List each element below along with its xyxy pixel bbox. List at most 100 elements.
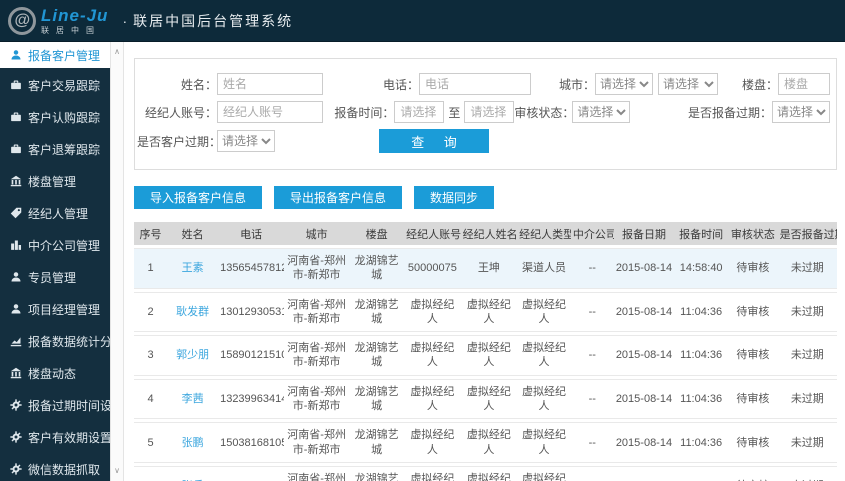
sidebar-item-project-manager-mgmt[interactable]: 项目经理管理: [0, 294, 110, 324]
sidebar-item-customer-subscribe-tracking[interactable]: 客户认购跟踪: [0, 102, 110, 132]
cell-report-time: 11:04:36: [674, 291, 729, 333]
col-agent-name: 经纪人姓名: [460, 222, 518, 245]
export-report-customers-button[interactable]: 导出报备客户信息: [274, 186, 403, 209]
sidebar: 报备客户管理 客户交易跟踪 客户认购跟踪 客户退筹跟踪 楼盘管理 经纪人管理 中…: [0, 42, 124, 481]
cell-agent-type: 渠道人员: [517, 248, 571, 289]
cell-agency: --: [570, 248, 614, 289]
report-time-from-input[interactable]: [394, 101, 445, 123]
customer-name-link[interactable]: 张鹏: [167, 422, 219, 463]
col-agent-account: 经纪人账号: [404, 222, 461, 245]
col-index: 序号: [134, 222, 168, 245]
name-label: 姓名：: [180, 77, 217, 92]
import-report-customers-button[interactable]: 导入报备客户信息: [134, 186, 263, 209]
cell-report-expired: 未过期: [777, 465, 837, 481]
sidebar-item-customer-validity-settings[interactable]: 客户有效期设置: [0, 422, 112, 452]
col-report-time: 报备时间: [674, 222, 729, 245]
customer-name-link[interactable]: 张兵: [167, 465, 219, 481]
sidebar-item-report-statistics[interactable]: 报备数据统计分析: [0, 326, 124, 356]
user-icon: [10, 49, 22, 61]
customer-name-link[interactable]: 郭少朋: [167, 335, 219, 376]
search-button[interactable]: 查 询: [379, 129, 489, 153]
sidebar-item-specialist-mgmt[interactable]: 专员管理: [0, 262, 110, 292]
cell-agency: --: [570, 291, 614, 333]
chevron-down-icon[interactable]: ∨: [114, 467, 120, 475]
cell-agency: --: [570, 335, 614, 376]
audit-status-select[interactable]: 请选择: [572, 101, 631, 123]
table-row[interactable]: 4 李茜 13239963414 河南省-郑州市-新郑市 龙湖锦艺城 虚拟经纪人 虚拟经纪人…: [134, 378, 837, 420]
briefcase-icon: [10, 79, 22, 91]
cell-estate: 龙湖锦艺城: [349, 422, 405, 463]
chevron-up-icon[interactable]: ∧: [114, 48, 120, 56]
col-agency: 中介公司: [570, 222, 614, 245]
name-input[interactable]: [217, 73, 323, 95]
cell-report-date: 2015-08-14: [613, 291, 675, 333]
sidebar-item-customer-deal-tracking[interactable]: 客户交易跟踪: [0, 70, 110, 100]
cell-estate: 龙湖锦艺城: [349, 378, 405, 420]
sidebar-item-report-customer-mgmt[interactable]: 报备客户管理: [0, 42, 110, 68]
sidebar-item-report-expire-settings[interactable]: 报备过期时间设置: [0, 390, 124, 420]
sidebar-item-agent-mgmt[interactable]: 经纪人管理: [0, 198, 110, 228]
cell-agent-type: 虚拟经纪人: [517, 378, 571, 420]
col-agent-type: 经纪人类型: [517, 222, 571, 245]
chart-icon: [10, 335, 22, 347]
cell-agent-type: 虚拟经纪人: [517, 422, 571, 463]
cell-report-expired: 未过期: [777, 248, 837, 289]
building-icon: [10, 175, 22, 187]
search-filter-panel: 姓名： 电话： 城市： 请选择 请选择 楼盘： 经纪人账号： 报备时间： 至: [134, 58, 837, 170]
col-estate: 楼盘: [349, 222, 405, 245]
cell-report-time: 11:04:36: [674, 378, 729, 420]
cell-report-expired: 未过期: [777, 378, 837, 420]
cell-agent-name: 虚拟经纪人: [460, 378, 518, 420]
table-row[interactable]: 3 郭少朋 15890121510 河南省-郑州市-新郑市 龙湖锦艺城 虚拟经纪人 虚拟经纪…: [134, 335, 837, 376]
cell-estate: 龙湖锦艺城: [349, 248, 405, 289]
report-expired-select[interactable]: 请选择: [772, 101, 830, 123]
cell-report-date: 2015-08-14: [613, 335, 675, 376]
brand-logo: @ Line-Ju 联居中国: [8, 6, 108, 35]
cell-agent-account: 虚拟经纪人: [404, 465, 461, 481]
cell-report-date: 2015-08-14: [613, 378, 675, 420]
customer-expired-select[interactable]: 请选择: [217, 130, 275, 152]
app-header: @ Line-Ju 联居中国 · 联居中国后台管理系统: [0, 0, 845, 42]
sidebar-item-customer-refund-tracking[interactable]: 客户退筹跟踪: [0, 134, 110, 164]
cell-index: 3: [134, 335, 168, 376]
cell-city: 河南省-郑州市-新郑市: [284, 335, 350, 376]
customer-name-link[interactable]: 王素: [167, 248, 219, 289]
cell-city: 河南省-郑州市-新郑市: [284, 422, 350, 463]
city-label: 城市：: [558, 77, 595, 92]
time-to-label: 至: [448, 105, 461, 120]
city-city-select[interactable]: 请选择: [658, 73, 718, 95]
customer-name-link[interactable]: 耿发群: [167, 291, 219, 333]
sidebar-item-wechat-data-capture[interactable]: 微信数据抓取: [0, 454, 110, 481]
sidebar-item-estate-news[interactable]: 楼盘动态: [0, 358, 110, 388]
cell-agent-type: 虚拟经纪人: [517, 291, 571, 333]
table-row[interactable]: 6张兵18137865115河南省-郑州市-新郑市龙湖锦艺城虚拟经纪人虚拟经纪人…: [134, 465, 837, 481]
cell-audit-status: 待审核: [728, 248, 778, 289]
cell-agent-account: 虚拟经纪人: [404, 335, 461, 376]
table-row[interactable]: 2 耿发群 13012930531 河南省-郑州市-新郑市 龙湖锦艺城 虚拟经纪人 虚拟经纪…: [134, 291, 837, 333]
report-time-label: 报备时间：: [334, 105, 395, 120]
data-sync-button[interactable]: 数据同步: [414, 186, 495, 209]
agent-account-input[interactable]: [217, 101, 323, 123]
cell-agent-account: 50000075: [404, 248, 461, 289]
cell-city: 河南省-郑州市-新郑市: [284, 248, 350, 289]
cell-audit-status: 待审核: [728, 291, 778, 333]
table-row[interactable]: 1 王素 13565457812 河南省-郑州市-新郑市 龙湖锦艺城 50000075 王坤…: [134, 248, 837, 289]
cell-audit-status: 待审核: [728, 378, 778, 420]
cell-phone: 15038168105: [218, 422, 285, 463]
estate-input[interactable]: [778, 73, 830, 95]
cell-report-time: 11:04:36: [674, 335, 729, 376]
sidebar-item-estate-mgmt[interactable]: 楼盘管理: [0, 166, 110, 196]
menu-scrollbar[interactable]: ∧ ∨: [110, 42, 124, 481]
cell-agency: --: [570, 378, 614, 420]
report-time-to-input[interactable]: [464, 101, 515, 123]
main-content: 姓名： 电话： 城市： 请选择 请选择 楼盘： 经纪人账号： 报备时间： 至: [124, 42, 845, 481]
report-customers-table: 序号 姓名 电话 城市 楼盘 经纪人账号 经纪人姓名 经纪人类型 中介公司 报备…: [134, 219, 837, 481]
city-province-select[interactable]: 请选择: [595, 73, 653, 95]
customer-name-link[interactable]: 李茜: [167, 378, 219, 420]
phone-input[interactable]: [419, 73, 531, 95]
col-report-date: 报备日期: [613, 222, 675, 245]
title-separator: ·: [122, 12, 128, 29]
gear-icon: [10, 463, 22, 475]
sidebar-item-agency-mgmt[interactable]: 中介公司管理: [0, 230, 110, 260]
table-row[interactable]: 5 张鹏 15038168105 河南省-郑州市-新郑市 龙湖锦艺城 虚拟经纪人 虚拟经纪人…: [134, 422, 837, 463]
